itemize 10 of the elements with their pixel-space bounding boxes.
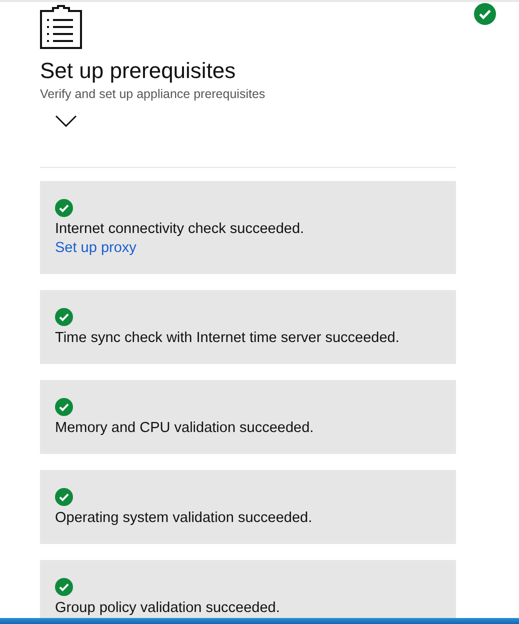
check-message: Time sync check with Internet time server succeeded.: [55, 330, 400, 346]
clipboard-icon: [40, 5, 82, 49]
step-title: Set up prerequisites: [40, 57, 237, 85]
check-message: Group policy validation succeeded.: [55, 600, 281, 616]
check-message: Operating system validation succeeded.: [55, 510, 314, 526]
proxy-link[interactable]: Set up proxy: [55, 240, 136, 256]
step-subtitle: Verify and set up appliance prerequisites: [40, 87, 266, 101]
check-message: Memory and CPU validation succeeded.: [55, 420, 315, 436]
check-message: Internet connectivity check succeeded.: [55, 221, 306, 237]
collapse-chevron-button[interactable]: [55, 114, 77, 128]
